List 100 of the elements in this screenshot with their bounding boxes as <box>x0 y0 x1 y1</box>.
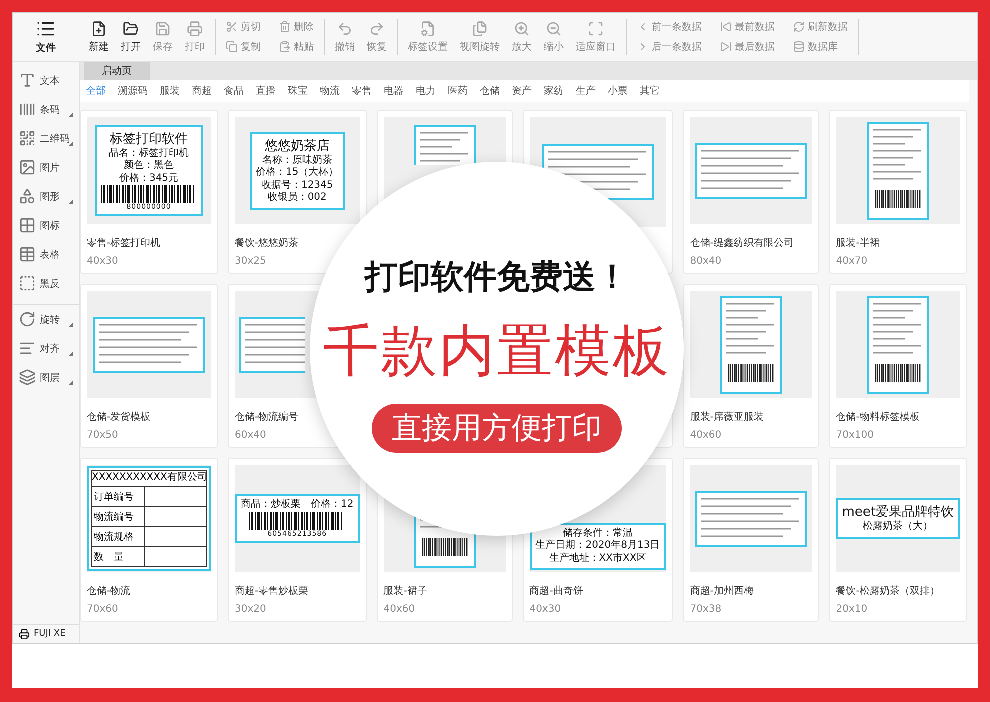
category-tab[interactable]: 零售 <box>352 84 372 98</box>
template-size: 40x30 <box>87 256 120 267</box>
template-card[interactable]: 仓储-物料标签模板 70x100 <box>829 284 967 448</box>
sidebar-item[interactable]: 图层 <box>13 363 79 392</box>
template-size: 20x10 <box>836 604 869 615</box>
shapes-icon <box>19 188 36 205</box>
copy-icon <box>226 41 238 53</box>
layers-icon <box>19 369 36 386</box>
template-size: 30x25 <box>235 256 268 267</box>
template-card[interactable]: XXXXXXXXXXX有限公司 订单编号 物流编号 物流规格 数 量 仓储-物流 70x60 <box>80 458 218 622</box>
category-tab[interactable]: 仓储 <box>480 84 500 98</box>
sidebar-item[interactable]: 图形 <box>13 182 79 211</box>
category-tab[interactable]: 生产 <box>576 84 596 98</box>
printer-name: FUJI XE <box>34 629 66 639</box>
label-text: 储存条件：常温 <box>562 528 633 540</box>
sidebar-item[interactable]: 图标 <box>13 211 79 240</box>
toolbar-button[interactable]: 新建 <box>85 20 113 54</box>
tab[interactable]: 启动页 <box>84 62 150 80</box>
trash-icon <box>279 21 291 33</box>
category-tab[interactable]: 珠宝 <box>288 84 308 98</box>
table-cell: 订单编号 <box>92 487 145 506</box>
save-icon <box>155 20 171 36</box>
category-tab[interactable]: 服装 <box>160 84 180 98</box>
category-tab[interactable]: 物流 <box>320 84 340 98</box>
category-tab[interactable]: 资产 <box>512 84 532 98</box>
template-name: 商超-零售炒板栗 <box>235 584 310 598</box>
template-name: 仓储-物流编号 <box>235 410 300 424</box>
template-card[interactable]: 仓储-发货模板 70x50 <box>80 284 218 448</box>
qr-code-icon <box>19 130 36 147</box>
category-tab[interactable]: 商超 <box>192 84 212 98</box>
scissors-icon <box>226 21 238 33</box>
sidebar-item[interactable]: 旋转 <box>13 305 79 334</box>
template-size: 70x38 <box>690 604 723 615</box>
category-tab[interactable]: 医药 <box>448 84 468 98</box>
sidebar-item[interactable]: 图片 <box>13 153 79 182</box>
label-text: 名称：原味奶茶 <box>262 154 332 166</box>
sidebar-item[interactable]: 条码 <box>13 95 79 124</box>
database-icon <box>793 41 805 53</box>
template-card[interactable]: 服装-席薇亚服装 40x60 <box>683 284 820 448</box>
skip-forward-icon <box>720 41 732 53</box>
rotate-icon <box>19 311 36 328</box>
promo-button[interactable]: 直接用方便打印 <box>372 404 622 453</box>
dashed-square-icon <box>19 275 36 292</box>
sidebar-item[interactable]: 黑反 <box>13 269 79 298</box>
table-icon <box>19 246 36 263</box>
category-tab[interactable]: 电器 <box>384 84 404 98</box>
fit-frame-icon <box>588 20 604 36</box>
label-text: 颜色：黑色 <box>124 160 174 172</box>
barcode-icon <box>19 101 36 118</box>
label-title: meet爱果品牌特饮 <box>842 504 954 520</box>
category-tab[interactable]: 小票 <box>608 84 628 98</box>
label-title: XXXXXXXXXXX有限公司 <box>92 472 208 485</box>
sidebar-item[interactable]: 文本 <box>13 66 79 95</box>
text-icon <box>19 72 36 89</box>
template-size: 80x40 <box>690 256 723 267</box>
image-icon <box>19 159 36 176</box>
label-text: 品名：标签打印机 <box>109 148 189 160</box>
label-text: 松露奶茶（大） <box>863 521 934 534</box>
template-name: 餐饮-悠悠奶茶 <box>235 236 300 250</box>
label-text: 生产地址：XX市XX区 <box>549 552 647 565</box>
label-text: 价格：15（大杯） <box>256 167 339 180</box>
zoom-out-icon <box>546 20 562 36</box>
file-menu-button[interactable]: 文件 <box>13 13 79 61</box>
label-text: 商品：炒板栗 价格：12 <box>241 499 354 512</box>
template-name: 服装-半裙 <box>836 236 881 250</box>
zoom-in-icon <box>514 20 530 36</box>
category-tab[interactable]: 其它 <box>640 84 660 98</box>
redo-icon <box>369 20 385 36</box>
template-size: 70x100 <box>836 430 875 441</box>
promo-headline: 打印软件免费送！ <box>365 256 629 298</box>
folder-icon <box>123 20 139 36</box>
category-tab[interactable]: 食品 <box>224 84 244 98</box>
template-size: 40x30 <box>530 604 562 615</box>
sidebar-item[interactable]: 二维码 <box>13 124 79 153</box>
template-name: 仓储-发货模板 <box>87 410 152 424</box>
label-text: 收据号：12345 <box>261 180 334 192</box>
template-card[interactable]: 服装-半裙 40x70 <box>829 110 967 274</box>
new-file-icon <box>91 20 107 36</box>
label-title: 悠悠奶茶店 <box>264 138 330 154</box>
template-name: 仓储-物流 <box>87 584 132 598</box>
sidebar-item[interactable]: 表格 <box>13 240 79 269</box>
template-size: 40x60 <box>384 604 416 615</box>
template-size: 70x50 <box>87 430 120 441</box>
category-tab[interactable]: 电力 <box>416 84 436 98</box>
template-card[interactable]: 仓储-缇鑫纺织有限公司 80x40 <box>683 110 820 274</box>
table-cell: 数 量 <box>92 547 145 566</box>
sidebar-item[interactable]: 对齐 <box>13 334 79 363</box>
documents-icon <box>472 20 488 36</box>
label-text: 生产日期：2020年8月13日 <box>536 540 660 552</box>
category-tab[interactable]: 直播 <box>256 84 276 98</box>
label-title: 标签打印软件 <box>110 130 188 148</box>
template-card[interactable]: meet爱果品牌特饮 松露奶茶（大） 餐饮-松露奶茶（双排） 20x10 <box>829 458 967 622</box>
label-text: 价格：345元 <box>119 172 179 186</box>
category-tab[interactable]: 家纺 <box>544 84 564 98</box>
skip-back-icon <box>720 21 732 33</box>
template-name: 商超-加州西梅 <box>690 584 755 598</box>
category-tab[interactable]: 溯源码 <box>118 84 148 98</box>
grid-icon <box>19 217 36 234</box>
template-card[interactable]: 商超-加州西梅 70x38 <box>683 458 820 622</box>
toolbar-button[interactable]: 打开 <box>117 20 145 54</box>
